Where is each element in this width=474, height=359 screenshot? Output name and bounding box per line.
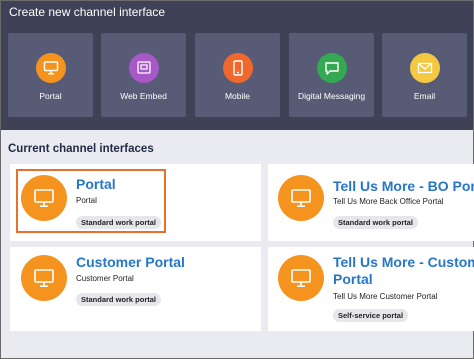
tile-portal-label: Portal [39,91,62,101]
card-bo-portal[interactable]: Tell Us More - BO Porta Tell Us More Bac… [268,164,474,241]
tile-digital-messaging[interactable]: Digital Messaging [289,33,374,117]
chat-bubble-icon [316,53,347,83]
monitor-icon [21,175,67,221]
monitor-icon [278,175,324,221]
status-badge: Self-service portal [333,309,409,322]
status-badge: Standard work portal [333,216,419,229]
card-customer-portal-title[interactable]: Customer Portal [76,254,185,271]
create-panel: Create new channel interface Portal Web … [1,1,473,130]
card-tum-customer-portal-title[interactable]: Tell Us More - Custome Portal [333,254,474,288]
tile-portal[interactable]: Portal [8,33,93,117]
status-badge: Standard work portal [76,293,162,306]
card-customer-portal[interactable]: Customer Portal Customer Portal Standard… [10,247,261,331]
monitor-icon [21,255,67,301]
card-customer-portal-subtitle: Customer Portal [76,274,134,283]
card-portal-subtitle: Portal [76,196,97,205]
tile-mobile[interactable]: Mobile [195,33,280,117]
tile-mobile-label: Mobile [224,91,251,101]
card-portal-title[interactable]: Portal [76,176,116,193]
tile-web-embed-label: Web Embed [120,91,167,101]
create-section-title: Create new channel interface [9,5,166,19]
card-bo-portal-subtitle: Tell Us More Back Office Portal [333,197,444,206]
web-embed-icon [128,53,159,83]
mobile-icon [222,53,253,83]
monitor-icon [35,53,66,83]
tile-email[interactable]: Email [382,33,467,117]
tile-digital-messaging-label: Digital Messaging [297,91,366,101]
card-tum-customer-portal-subtitle: Tell Us More Customer Portal [333,292,438,301]
card-tum-customer-portal[interactable]: Tell Us More - Custome Portal Tell Us Mo… [268,247,474,331]
monitor-icon [278,255,324,301]
card-title-line1: Tell Us More - Custome [333,254,474,270]
current-section-title: Current channel interfaces [8,143,154,155]
card-bo-portal-title[interactable]: Tell Us More - BO Porta [333,178,474,195]
tile-email-label: Email [413,91,436,101]
card-title-line2: Portal [333,271,373,287]
status-badge: Standard work portal [76,216,162,229]
card-portal[interactable]: Portal Portal Standard work portal [10,164,261,241]
tile-web-embed[interactable]: Web Embed [101,33,186,117]
envelope-icon [409,53,440,83]
